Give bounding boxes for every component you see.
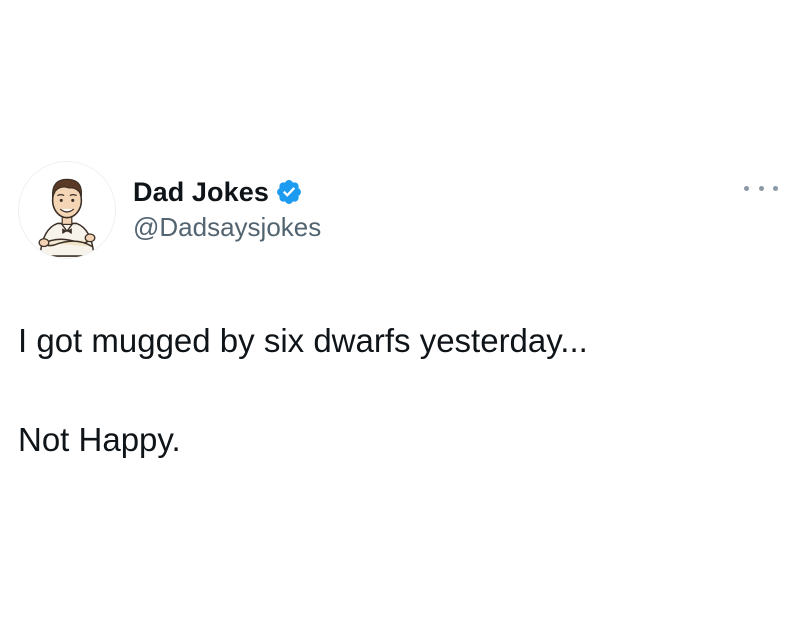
tweet-card: Dad Jokes @Dadsaysjokes I got mugged by … [0, 0, 800, 639]
tweet-text-line: Not Happy. [18, 421, 181, 458]
more-options-button[interactable] [744, 178, 778, 198]
more-dot-icon [773, 185, 778, 191]
author-handle[interactable]: @Dadsaysjokes [133, 212, 321, 243]
author-display-name[interactable]: Dad Jokes [133, 177, 269, 208]
avatar-illustration-icon [19, 162, 115, 258]
verified-badge-icon[interactable] [275, 178, 303, 206]
tweet-text-line: I got mugged by six dwarfs yesterday... [18, 322, 588, 359]
more-dot-icon [758, 185, 764, 191]
more-dot-icon [744, 185, 749, 191]
avatar[interactable] [18, 161, 116, 259]
author-name-row: Dad Jokes [133, 174, 303, 210]
